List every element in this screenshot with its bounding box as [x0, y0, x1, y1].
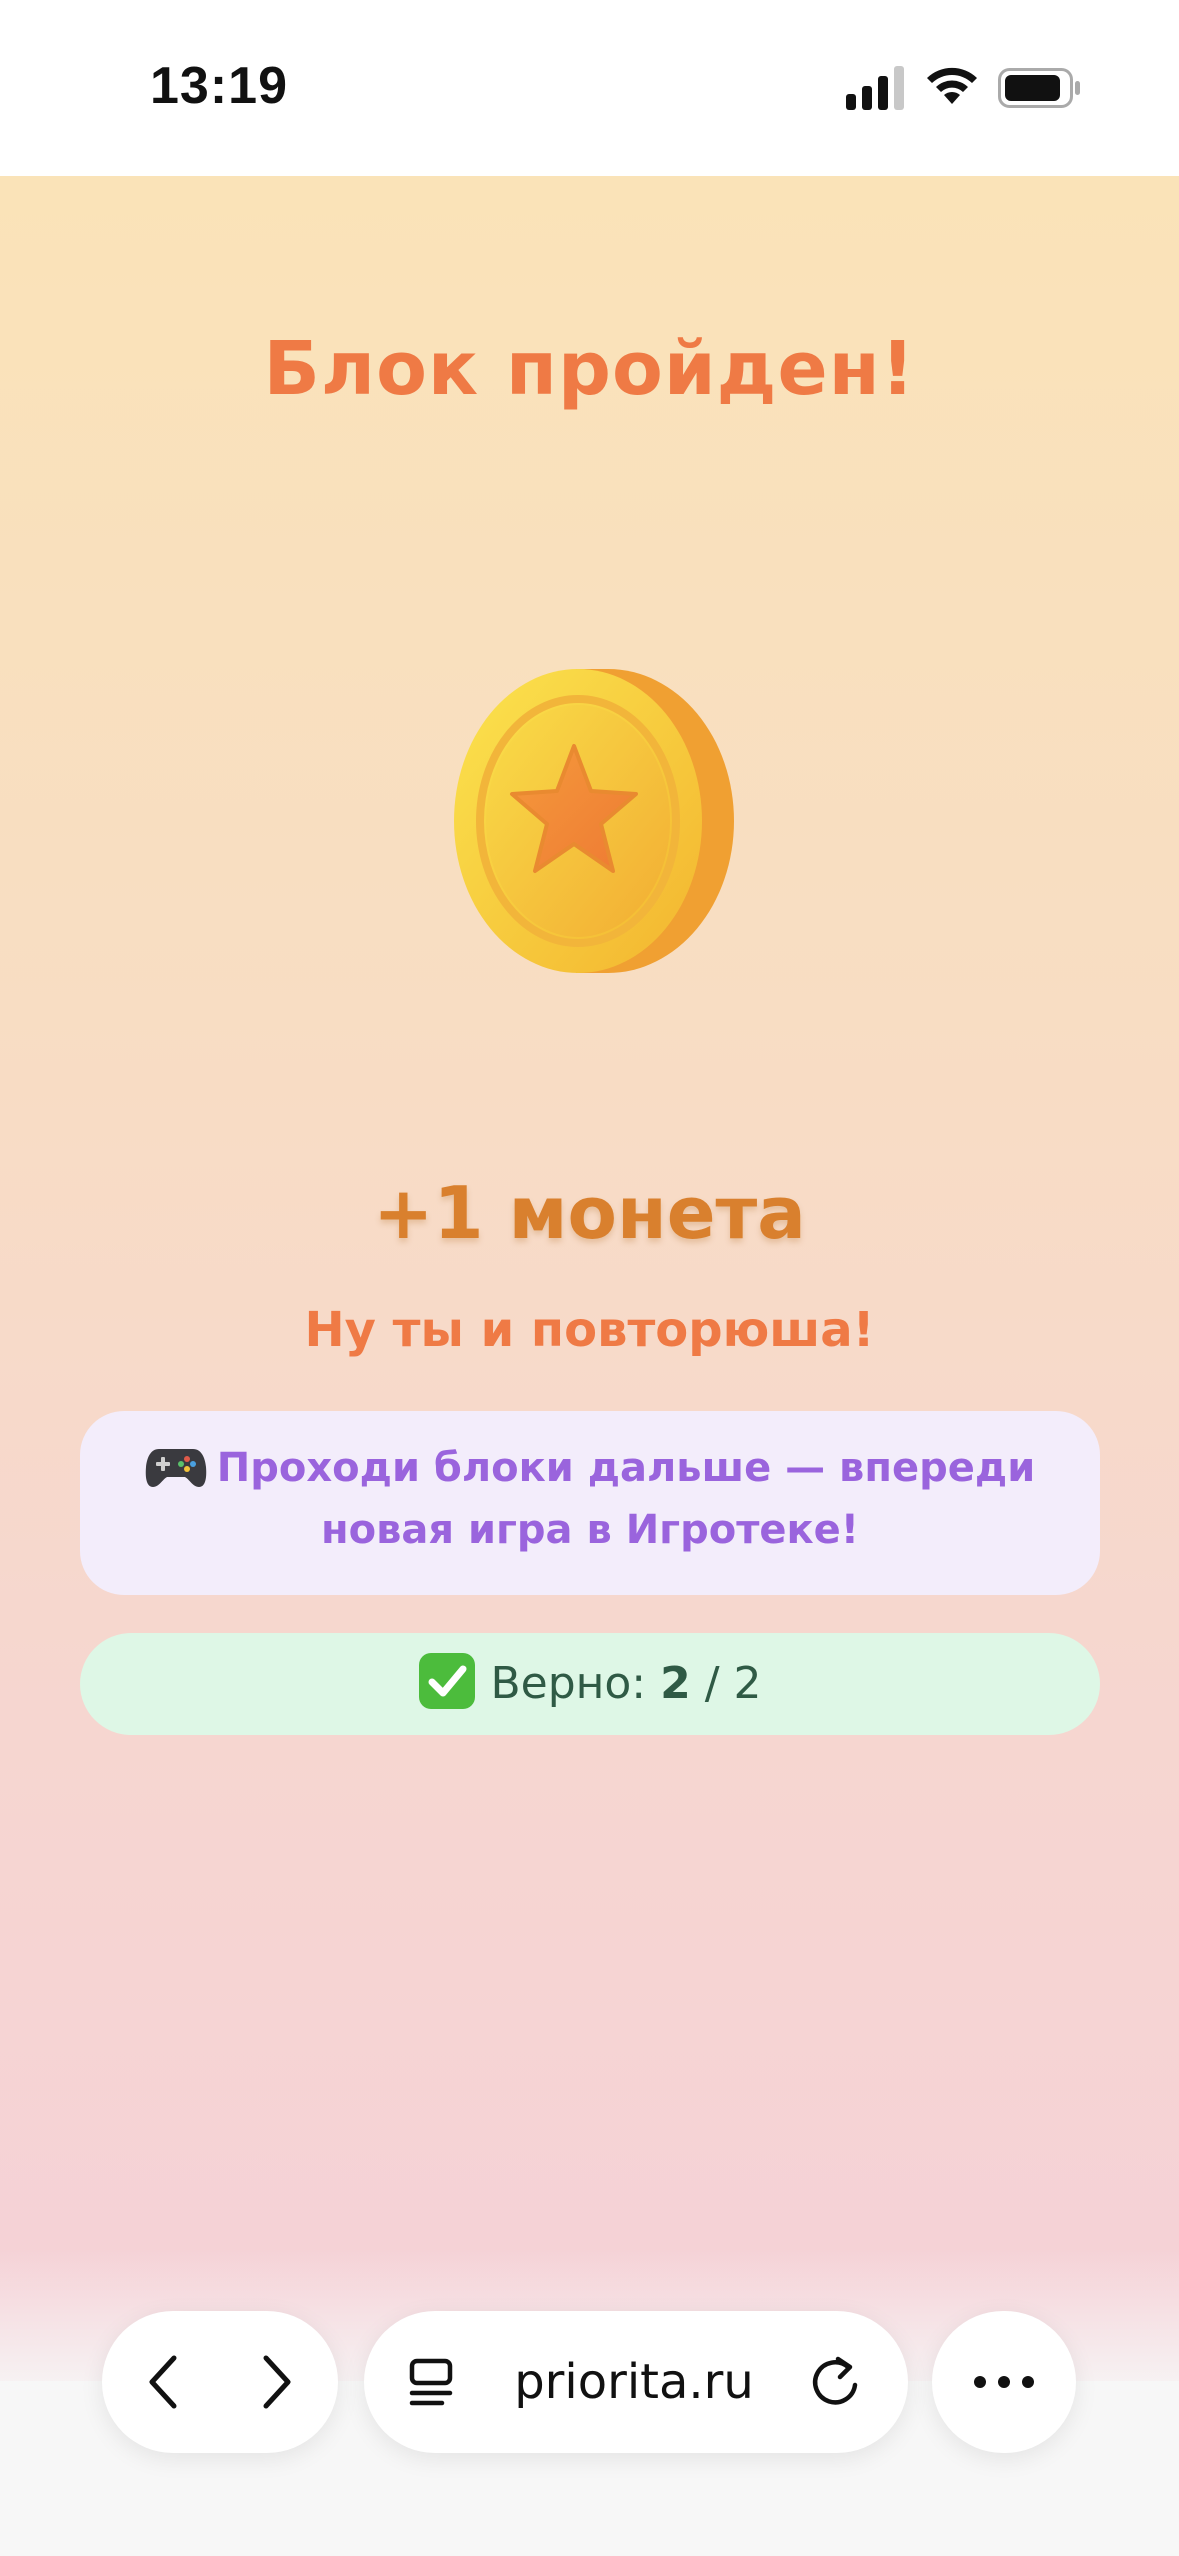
reward-text: +1 монета [373, 1171, 806, 1255]
navigation-pill [102, 2311, 338, 2453]
praise-text: Ну ты и повторюша! [304, 1302, 875, 1358]
forward-button[interactable] [236, 2342, 316, 2422]
hint-card: Проходи блоки дальше — впереди новая игр… [80, 1411, 1100, 1595]
status-bar: 13:19 [0, 0, 1179, 176]
chevron-right-icon [263, 2355, 291, 2409]
check-mark-icon [419, 1653, 476, 1709]
score-correct: 2 [660, 1658, 691, 1709]
reload-icon[interactable] [804, 2351, 866, 2413]
page-title: Блок пройден! [263, 326, 916, 412]
back-button[interactable] [124, 2342, 204, 2422]
score-total: 2 [733, 1658, 762, 1709]
chevron-left-icon [149, 2355, 177, 2409]
more-button[interactable] [932, 2311, 1076, 2453]
cellular-signal-icon [846, 66, 904, 110]
reader-icon[interactable] [406, 2355, 460, 2409]
address-bar[interactable]: priorita.ru [364, 2311, 908, 2453]
more-icon [974, 2376, 1034, 2388]
result-screen: Блок пройден! +1 монета Ну ты и повторюш… [0, 176, 1179, 2381]
score-card: Верно: 2 / 2 [80, 1633, 1100, 1735]
hint-text: Проходи блоки дальше — впереди новая игр… [216, 1445, 1036, 1553]
star-coin-icon [454, 669, 734, 973]
status-time: 13:19 [150, 57, 288, 115]
score-separator: / [690, 1658, 734, 1709]
battery-icon [998, 68, 1080, 108]
score-label: Верно: [490, 1658, 661, 1709]
wifi-icon [927, 67, 977, 104]
url-text[interactable]: priorita.ru [464, 2311, 804, 2453]
gamepad-icon [145, 1449, 207, 1487]
